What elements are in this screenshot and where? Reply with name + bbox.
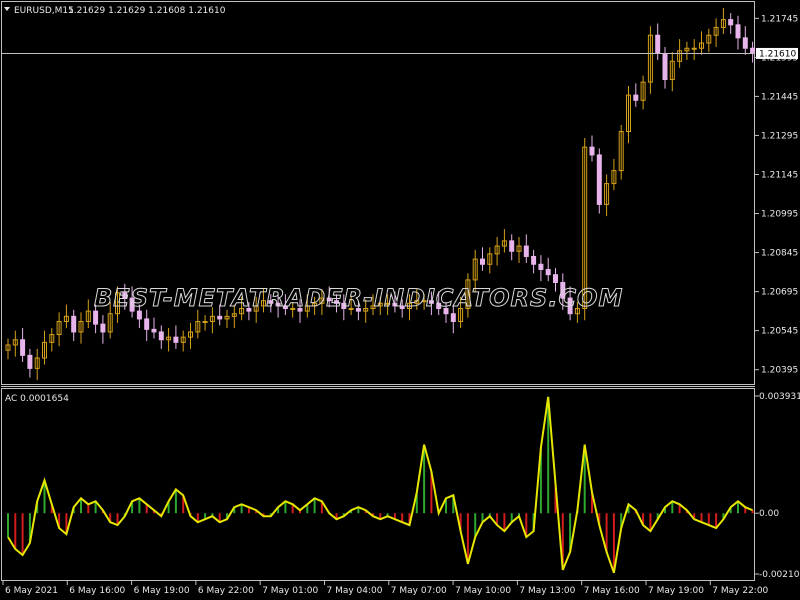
indicator-tick-label: 0.00 bbox=[759, 509, 779, 519]
price-tick-label: 1.21745 bbox=[761, 14, 798, 24]
time-tick-label: 7 May 13:00 bbox=[519, 586, 575, 596]
price-tick-label: 1.20995 bbox=[761, 210, 798, 220]
price-tick-label: 1.21295 bbox=[761, 131, 798, 141]
candle-body bbox=[596, 154, 602, 205]
candle-body bbox=[173, 336, 179, 343]
candle-body bbox=[545, 268, 551, 276]
price-tick-label: 1.21445 bbox=[761, 92, 798, 102]
indicator-tick-label: -0.0021058 bbox=[759, 570, 800, 580]
candle-body bbox=[144, 318, 150, 330]
candle-body bbox=[136, 310, 142, 320]
candle-body bbox=[523, 245, 529, 257]
candle-body bbox=[531, 255, 537, 265]
candle-body bbox=[202, 321, 208, 324]
time-tick-label: 7 May 01:00 bbox=[262, 586, 318, 596]
candle-body bbox=[217, 315, 223, 320]
symbol-label: EURUSD,M15 bbox=[14, 6, 74, 16]
price-tick-label: 1.20695 bbox=[761, 288, 798, 298]
candle-body bbox=[450, 313, 456, 323]
time-tick-label: 7 May 22:00 bbox=[712, 586, 768, 596]
candle-body bbox=[662, 52, 668, 80]
candle-body bbox=[735, 24, 741, 39]
chart-header: EURUSD,M15 1.21629 1.21629 1.21608 1.216… bbox=[4, 6, 226, 16]
candle-body bbox=[158, 331, 164, 341]
candle-body bbox=[71, 315, 77, 333]
time-tick-label: 7 May 10:00 bbox=[455, 586, 511, 596]
time-tick-label: 7 May 07:00 bbox=[391, 586, 447, 596]
price-tick-label: 1.21145 bbox=[761, 170, 798, 180]
current-price-tag: 1.21610 bbox=[756, 47, 798, 59]
candle-body bbox=[480, 258, 485, 265]
time-tick-label: 6 May 16:00 bbox=[69, 586, 125, 596]
candle-body bbox=[728, 19, 734, 26]
time-tick-label: 6 May 19:00 bbox=[134, 586, 190, 596]
time-tick-label: 7 May 19:00 bbox=[648, 586, 704, 596]
price-tick-label: 1.20545 bbox=[761, 327, 798, 337]
time-tick-label: 6 May 2021 bbox=[5, 586, 58, 596]
candle-body bbox=[538, 263, 544, 270]
ohlc-values: 1.21629 1.21629 1.21608 1.21610 bbox=[68, 6, 226, 16]
candle-body bbox=[151, 328, 157, 333]
price-tick-label: 1.20395 bbox=[761, 366, 798, 376]
candle-body bbox=[655, 34, 661, 54]
current-price-value: 1.21610 bbox=[759, 49, 796, 59]
watermark: BEST-METATRADER-INDICATORS.COM bbox=[94, 284, 623, 312]
candle-body bbox=[742, 37, 748, 49]
time-tick-label: 7 May 04:00 bbox=[327, 586, 383, 596]
candle-body bbox=[20, 339, 26, 356]
candle-body bbox=[589, 146, 595, 156]
candle-body bbox=[750, 47, 756, 54]
time-tick-label: 7 May 16:00 bbox=[584, 586, 640, 596]
candle-body bbox=[509, 240, 515, 252]
candle-body bbox=[691, 47, 697, 50]
indicator-label: AC 0.0001654 bbox=[5, 394, 69, 404]
candle-body bbox=[553, 274, 558, 283]
price-tick-label: 1.20845 bbox=[761, 249, 798, 259]
candle-body bbox=[100, 323, 106, 333]
candle-body bbox=[27, 354, 33, 369]
time-tick-label: 6 May 22:00 bbox=[198, 586, 254, 596]
indicator-tick-label: 0.0039311 bbox=[759, 392, 800, 402]
candle-body bbox=[93, 310, 99, 325]
candle-body bbox=[633, 94, 639, 101]
trading-chart[interactable]: 1.217451.215951.214451.212951.211451.209… bbox=[0, 0, 800, 600]
